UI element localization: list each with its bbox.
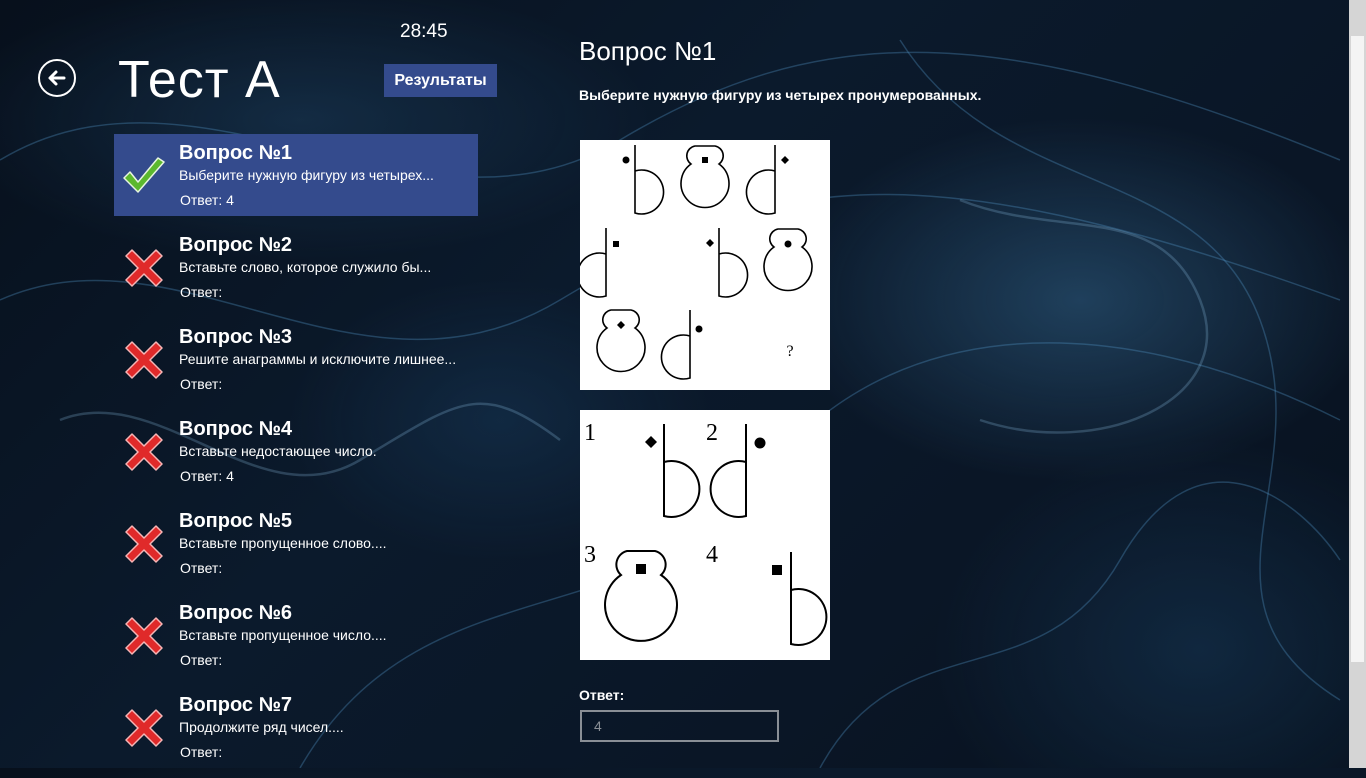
question-description: Вставьте пропущенное число.... [179,627,387,643]
question-description: Вставьте недостающее число. [179,443,377,459]
answer-options-image: 1 2 3 4 [580,410,830,660]
page-title: Тест А [118,51,281,109]
question-item-3[interactable]: Вопрос №3 Решите анаграммы и исключите л… [114,318,478,400]
question-list: Вопрос №1 Выберите нужную фигуру из четы… [114,134,478,778]
question-item-1[interactable]: Вопрос №1 Выберите нужную фигуру из четы… [114,134,478,216]
question-title: Вопрос №2 [179,234,293,256]
question-title: Вопрос №3 [179,326,293,348]
question-answer: Ответ: 4 [180,468,234,484]
red-cross-icon [125,525,163,563]
red-cross-icon [125,341,163,379]
grid-question-mark: ? [786,343,793,360]
option-number-4: 4 [706,542,718,568]
question-title: Вопрос №7 [179,694,293,716]
question-item-2[interactable]: Вопрос №2 Вставьте слово, которое служил… [114,226,478,308]
question-answer: Ответ: [180,652,223,668]
question-description: Выберите нужную фигуру из четырех... [179,167,434,183]
red-cross-icon [125,249,163,287]
question-answer: Ответ: [180,284,223,300]
question-title: Вопрос №6 [179,602,293,624]
scrollbar-thumb[interactable] [1351,36,1364,662]
figure-options: 1 2 3 4 [584,420,828,646]
question-text: Выберите нужную фигуру из четырех пронум… [579,87,982,103]
question-description: Вставьте пропущенное слово.... [179,535,387,551]
red-cross-icon [125,709,163,747]
results-button[interactable]: Результаты [384,64,497,97]
question-heading: Вопрос №1 [579,36,717,66]
question-description: Продолжите ряд чисел.... [179,719,344,735]
question-item-7[interactable]: Вопрос №7 Продолжите ряд чисел.... Ответ… [114,686,478,768]
red-cross-icon [125,617,163,655]
question-answer: Ответ: [180,560,223,576]
question-title: Вопрос №5 [179,510,293,532]
back-arrow-icon [48,70,66,86]
question-answer: Ответ: 4 [180,192,234,208]
question-item-5[interactable]: Вопрос №5 Вставьте пропущенное слово....… [114,502,478,584]
question-title: Вопрос №1 [179,142,293,164]
answer-field[interactable] [580,710,779,742]
option-number-3: 3 [584,542,596,568]
question-title: Вопрос №4 [179,418,293,440]
question-answer: Ответ: [180,744,223,760]
question-description: Решите анаграммы и исключите лишнее... [179,351,457,367]
figure-grid: ? [580,144,813,380]
option-number-2: 2 [706,420,718,446]
red-cross-icon [125,433,163,471]
back-button[interactable] [38,59,76,97]
puzzle-grid-image: ? [580,140,830,390]
option-number-1: 1 [584,420,596,446]
question-item-4[interactable]: Вопрос №4 Вставьте недостающее число. От… [114,410,478,492]
checkmark-icon [123,157,165,193]
question-description: Вставьте слово, которое служило бы... [179,259,432,275]
question-answer: Ответ: [180,376,223,392]
answer-label: Ответ: [579,687,625,703]
timer: 28:45 [400,21,448,42]
question-item-6[interactable]: Вопрос №6 Вставьте пропущенное число....… [114,594,478,676]
